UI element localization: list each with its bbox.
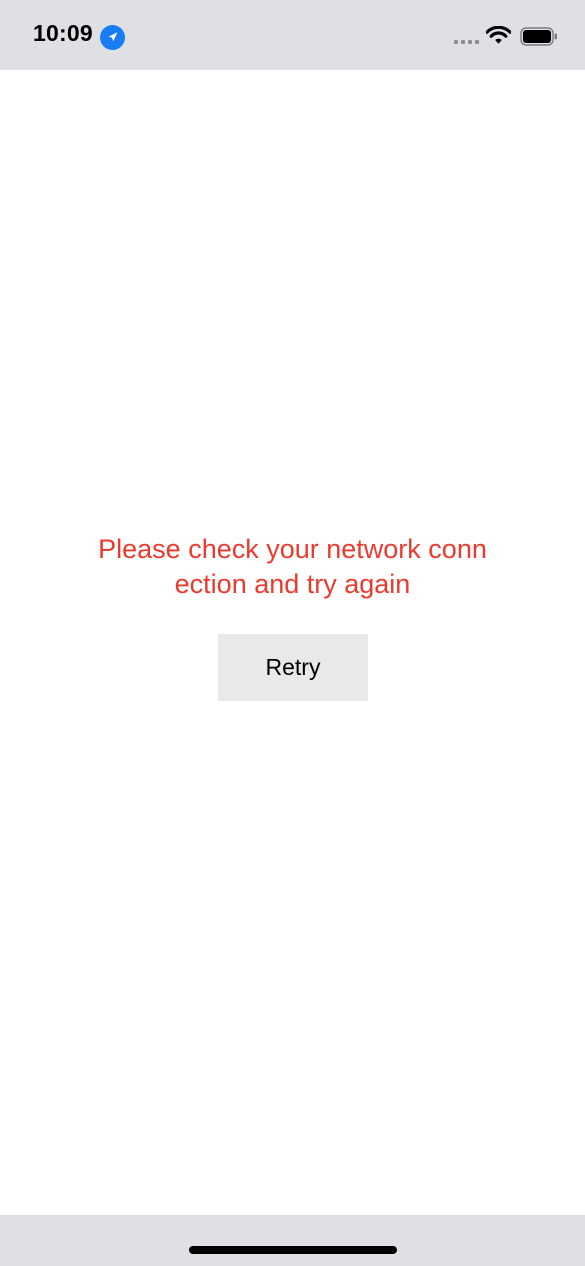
bottom-bar [0, 1215, 585, 1266]
retry-button[interactable]: Retry [218, 634, 368, 701]
status-bar: 10:09 [0, 0, 585, 70]
cellular-signal-icon [454, 40, 479, 44]
main-content: Please check your network conn ection an… [0, 70, 585, 1215]
status-time: 10:09 [33, 20, 93, 46]
wifi-icon [486, 26, 511, 44]
battery-icon [520, 27, 557, 46]
home-indicator[interactable] [189, 1246, 397, 1254]
location-arrow-icon [100, 25, 125, 50]
network-error-message: Please check your network conn ection an… [98, 534, 487, 599]
app-screen: 10:09 Please check your network conn ect… [0, 0, 585, 1266]
